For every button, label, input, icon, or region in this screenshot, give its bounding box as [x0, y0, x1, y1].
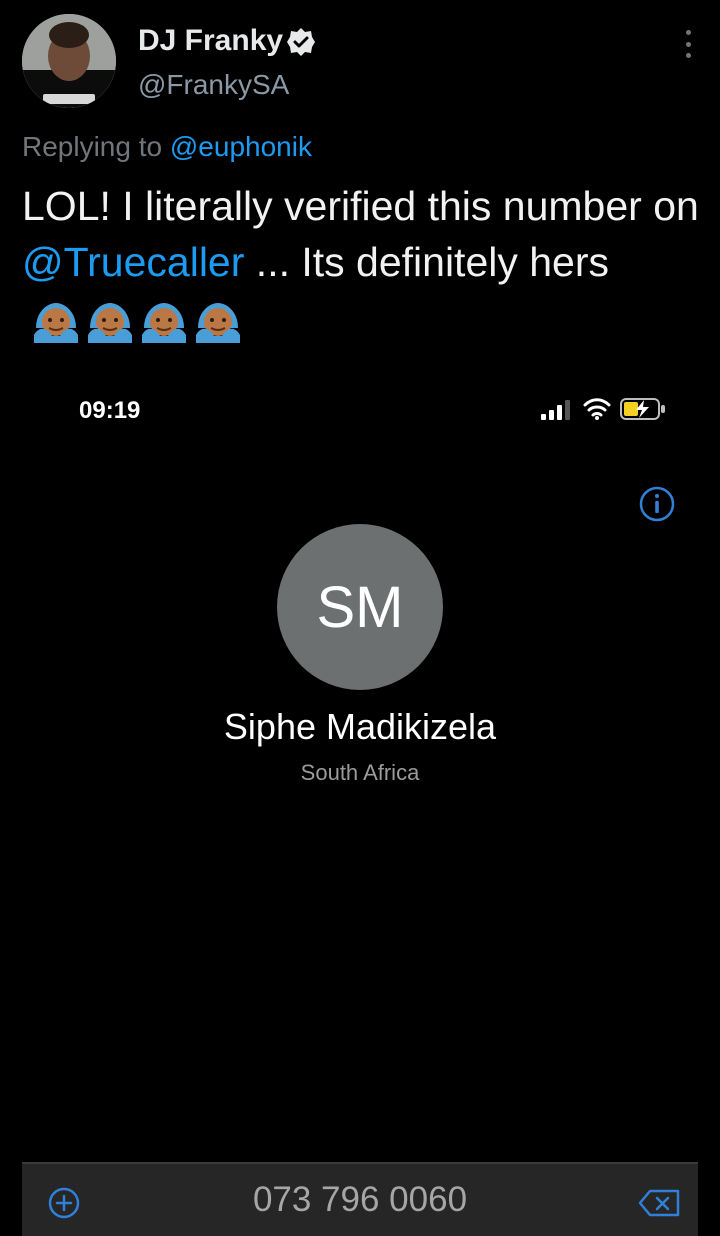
author-avatar[interactable]	[22, 14, 116, 108]
info-icon[interactable]	[638, 485, 676, 523]
more-options-icon[interactable]	[682, 30, 694, 58]
reply-to-mention[interactable]: @euphonik	[170, 131, 312, 162]
verified-badge-icon	[287, 28, 315, 56]
emoji-row	[32, 297, 242, 345]
backspace-icon[interactable]	[638, 1188, 680, 1218]
more-dot	[685, 30, 691, 35]
more-dot	[685, 53, 691, 58]
face-palm-emoji-icon	[34, 303, 78, 344]
attached-phone-screenshot[interactable]: 09:19 SM Siphe Madikizela South Africa 0…	[0, 370, 720, 1236]
reply-prefix: Replying to	[22, 131, 163, 162]
battery-charging-icon	[620, 398, 665, 420]
author-handle[interactable]: @FrankySA	[138, 69, 289, 101]
tweet-text: LOL! I literally verified this number on…	[22, 178, 702, 346]
signal-icon	[541, 400, 570, 420]
tweet-header: DJ Franky @FrankySA	[22, 14, 702, 114]
contact-name: Siphe Madikizela	[223, 706, 497, 747]
more-dot	[685, 41, 691, 47]
face-palm-emoji-icon	[196, 303, 240, 344]
avatar-image	[22, 14, 116, 108]
dialer-bar: 073 796 0060	[22, 1162, 698, 1236]
truecaller-mention[interactable]: @Truecaller	[22, 239, 244, 285]
author-name[interactable]: DJ Franky	[138, 24, 283, 58]
reply-context: Replying to @euphonik	[22, 131, 312, 163]
face-palm-emoji-icon	[88, 303, 132, 344]
wifi-icon	[583, 398, 611, 420]
tweet-text-part1: LOL! I literally verified this number on	[22, 183, 699, 229]
contact-location: South Africa	[300, 760, 420, 785]
contact-avatar: SM	[277, 524, 443, 690]
tweet-text-part2: ... Its definitely hers	[255, 239, 610, 285]
status-bar-time: 09:19	[79, 397, 141, 424]
dialed-number[interactable]: 073 796 0060	[22, 1180, 698, 1220]
face-palm-emoji-icon	[142, 303, 186, 344]
